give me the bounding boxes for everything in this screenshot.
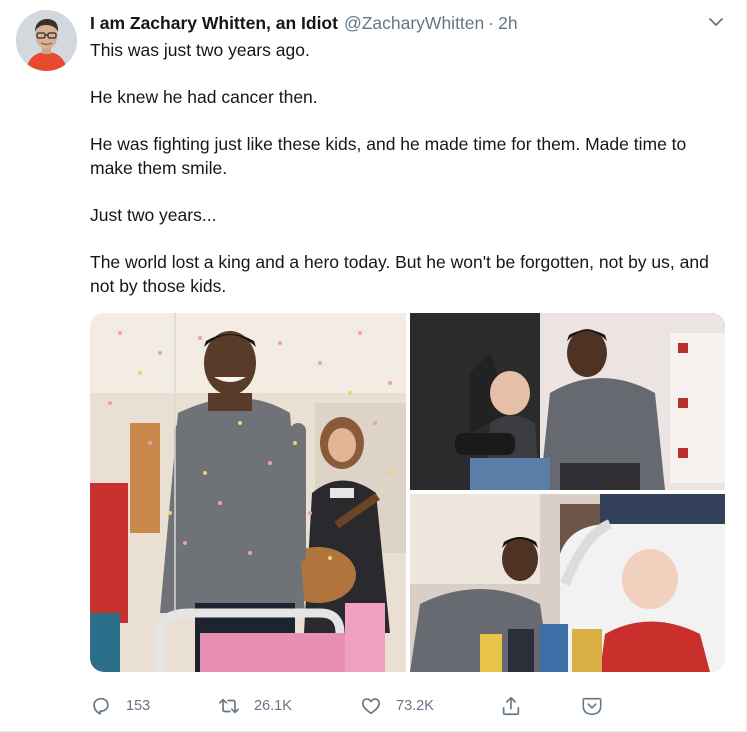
photo[interactable] — [410, 313, 725, 490]
tweet-paragraph: The world lost a king and a hero today. … — [90, 252, 709, 296]
reply-icon — [93, 697, 109, 715]
tweet: I am Zachary Whitten, an Idiot @ZacharyW… — [0, 0, 747, 732]
display-name[interactable]: I am Zachary Whitten, an Idiot — [90, 13, 338, 34]
more-options-button[interactable] — [581, 693, 603, 719]
tweet-header: I am Zachary Whitten, an Idiot @ZacharyW… — [90, 10, 518, 36]
tweet-text: This was just two years ago. He knew he … — [90, 38, 730, 298]
like-button[interactable]: 73.2K — [360, 693, 434, 719]
retweet-icon — [219, 698, 239, 714]
heart-icon — [361, 698, 381, 715]
tweet-paragraph: He was fighting just like these kids, an… — [90, 134, 687, 178]
media-grid — [90, 313, 725, 672]
share-icon — [502, 696, 520, 716]
retweet-count: 26.1K — [254, 698, 292, 714]
tweet-actions: 153 26.1K 73.2K — [90, 693, 610, 719]
timestamp[interactable]: 2h — [498, 13, 517, 34]
photo[interactable] — [410, 494, 725, 672]
tweet-paragraph: Just two years... — [90, 205, 217, 225]
tweet-paragraph: This was just two years ago. — [90, 40, 310, 60]
separator: · — [488, 12, 495, 33]
photo[interactable] — [90, 313, 406, 672]
user-handle[interactable]: @ZacharyWhitten — [344, 13, 484, 34]
down-chevron-icon — [582, 697, 602, 716]
avatar[interactable] — [16, 10, 77, 71]
share-button[interactable] — [500, 693, 522, 719]
down-chevron-icon[interactable] — [706, 12, 726, 32]
tweet-paragraph: He knew he had cancer then. — [90, 87, 318, 107]
retweet-button[interactable]: 26.1K — [218, 693, 292, 719]
reply-button[interactable]: 153 — [90, 693, 150, 719]
reply-count: 153 — [126, 698, 151, 714]
like-count: 73.2K — [396, 698, 434, 714]
